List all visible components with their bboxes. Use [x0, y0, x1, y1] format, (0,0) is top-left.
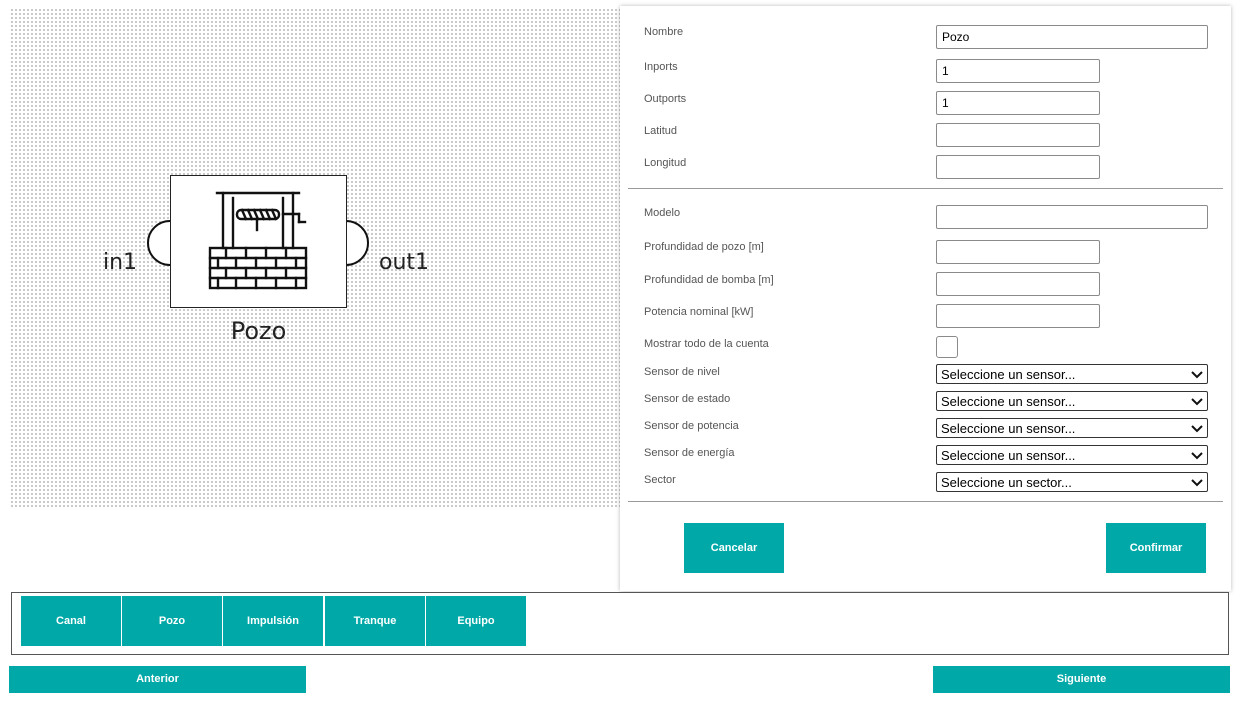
inports-field[interactable] [936, 59, 1100, 83]
sensor-estado-label: Sensor de estado [644, 393, 731, 405]
chevron-down-icon [1191, 371, 1203, 379]
sector-value: Seleccione un sector... [941, 475, 1072, 490]
in-port-label: in1 [103, 250, 138, 275]
sensor-energia-label: Sensor de energía [644, 447, 735, 459]
sector-select[interactable]: Seleccione un sector... [936, 472, 1208, 492]
outports-label: Outports [644, 93, 687, 105]
potencia-label: Potencia nominal [kW] [644, 306, 754, 318]
sensor-potencia-value: Seleccione un sensor... [941, 421, 1076, 436]
chevron-down-icon [1191, 398, 1203, 406]
sensor-nivel-value: Seleccione un sensor... [941, 367, 1076, 382]
previous-button[interactable]: Anterior [9, 666, 306, 693]
confirm-button[interactable]: Confirmar [1106, 523, 1206, 573]
chevron-down-icon [1191, 425, 1203, 433]
modelo-label: Modelo [644, 207, 681, 219]
sensor-estado-value: Seleccione un sensor... [941, 394, 1076, 409]
section-divider [628, 188, 1223, 189]
sensor-potencia-select[interactable]: Seleccione un sensor... [936, 418, 1208, 438]
properties-panel: Nombre Inports Outports Latitud Longitud… [620, 6, 1231, 591]
palette-item-impulsion[interactable]: Impulsión [223, 596, 323, 646]
mostrar-checkbox[interactable] [936, 336, 958, 358]
mostrar-label: Mostrar todo de la cuenta [644, 338, 769, 350]
inports-label: Inports [644, 61, 678, 73]
nombre-label: Nombre [644, 26, 684, 38]
prof-pozo-field[interactable] [936, 240, 1100, 264]
palette-item-equipo[interactable]: Equipo [426, 596, 526, 646]
palette-item-canal[interactable]: Canal [21, 596, 121, 646]
modelo-field[interactable] [936, 205, 1208, 229]
chevron-down-icon [1191, 479, 1203, 487]
diagram-canvas[interactable]: in1 out1 Pozo [10, 8, 620, 508]
well-icon [208, 191, 308, 290]
latitud-label: Latitud [644, 125, 678, 137]
prof-pozo-label: Profundidad de pozo [m] [644, 241, 764, 253]
longitud-field[interactable] [936, 155, 1100, 179]
nombre-field[interactable] [936, 25, 1208, 49]
pozo-block[interactable] [170, 175, 347, 308]
prof-bomba-field[interactable] [936, 272, 1100, 296]
chevron-down-icon [1191, 452, 1203, 460]
sensor-nivel-select[interactable]: Seleccione un sensor... [936, 364, 1208, 384]
sensor-potencia-label: Sensor de potencia [644, 420, 739, 432]
potencia-field[interactable] [936, 304, 1100, 328]
palette-item-tranque[interactable]: Tranque [325, 596, 425, 646]
latitud-field[interactable] [936, 123, 1100, 147]
sector-label: Sector [644, 474, 676, 486]
block-title: Pozo [230, 317, 287, 345]
sensor-energia-select[interactable]: Seleccione un sensor... [936, 445, 1208, 465]
outports-field[interactable] [936, 91, 1100, 115]
sensor-nivel-label: Sensor de nivel [644, 366, 720, 378]
next-button[interactable]: Siguiente [933, 666, 1230, 693]
longitud-label: Longitud [644, 157, 687, 169]
section-divider [628, 501, 1223, 502]
out-port-label: out1 [379, 250, 430, 275]
sensor-energia-value: Seleccione un sensor... [941, 448, 1076, 463]
component-palette: Canal Pozo Impulsión Tranque Equipo [11, 592, 1229, 655]
prof-bomba-label: Profundidad de bomba [m] [644, 274, 774, 286]
palette-item-pozo[interactable]: Pozo [122, 596, 222, 646]
sensor-estado-select[interactable]: Seleccione un sensor... [936, 391, 1208, 411]
cancel-button[interactable]: Cancelar [684, 523, 784, 573]
